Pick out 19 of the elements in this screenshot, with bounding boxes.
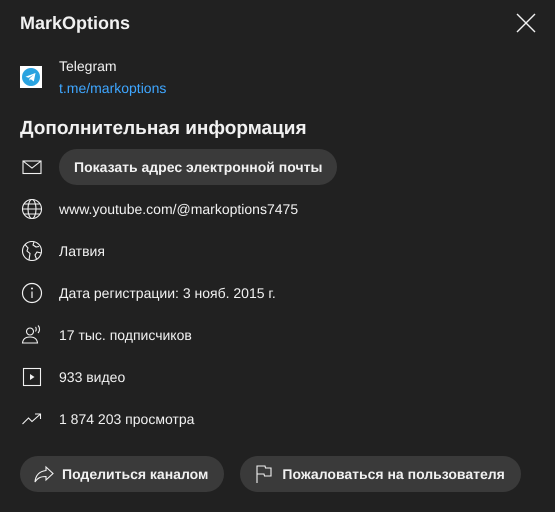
channel-title: MarkOptions [20, 12, 130, 34]
globe-icon [20, 197, 44, 221]
section-heading: Дополнительная информация [20, 118, 308, 140]
info-icon [20, 281, 44, 305]
show-email-button[interactable]: Показать адрес электронной почты [59, 149, 338, 185]
play-icon [20, 365, 44, 389]
detail-text: Дата регистрации: 3 нояб. 2015 г. [59, 285, 276, 301]
link[interactable]: t.me/markoptions [59, 80, 166, 96]
paper-plane-icon [20, 66, 42, 88]
share-button[interactable]: Поделиться каналом [20, 456, 224, 492]
detail-text: 1 874 203 просмотра [59, 411, 194, 427]
channel-url[interactable]: www.youtube.com/@markoptions7475 [59, 201, 298, 217]
detail-text: 933 видео [59, 369, 126, 385]
report-button[interactable]: Пожаловаться на пользователя [240, 456, 521, 492]
detail-text: Латвия [59, 243, 105, 259]
earth-icon [20, 239, 44, 263]
link-name: Telegram [59, 58, 118, 74]
detail-text: 17 тыс. подписчиков [59, 327, 192, 343]
close-icon[interactable] [516, 13, 536, 33]
